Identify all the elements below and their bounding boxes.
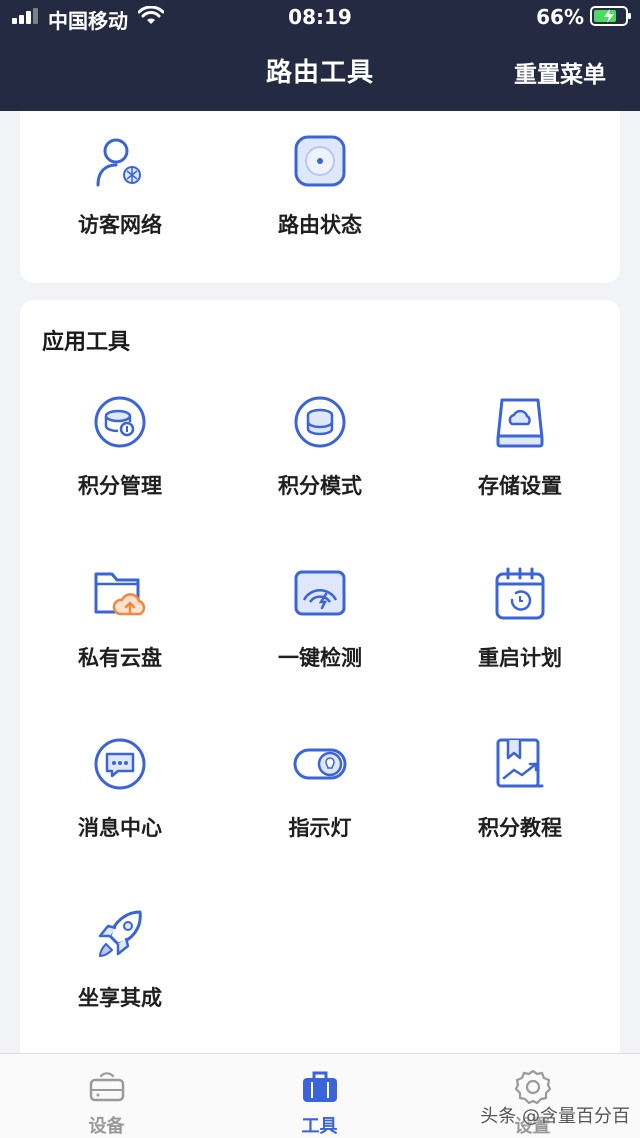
watermark: 头条 @含量百分百 xyxy=(480,1106,630,1127)
tab-label: 设备 xyxy=(88,1116,125,1137)
tool-guest-network[interactable]: 访客网络 xyxy=(20,133,220,273)
status-bar: 中国移动 08:19 66% xyxy=(0,0,640,36)
tool-label: 坐享其成 xyxy=(78,986,162,1010)
speed-check-icon xyxy=(294,570,346,616)
app-header: 中国移动 08:19 66% 路由工具 重置菜单 xyxy=(0,0,640,111)
calendar-restart-icon xyxy=(495,567,545,620)
tool-sit-back[interactable]: 坐享其成 xyxy=(20,906,220,1046)
tool-label: 一键检测 xyxy=(278,646,362,670)
tool-router-status[interactable]: 路由状态 xyxy=(220,133,420,273)
battery-charging-icon xyxy=(590,6,631,26)
tool-label: 消息中心 xyxy=(78,816,162,840)
points-manage-icon xyxy=(94,396,146,448)
tool-label: 积分教程 xyxy=(478,816,562,840)
section-title: 应用工具 xyxy=(42,330,131,355)
tool-label: 私有云盘 xyxy=(78,646,162,670)
gear-icon xyxy=(514,1069,551,1105)
app-tools-card: 应用工具 积分管理 积分模式 存储设置 私有云盘 一键检测 重启计划 消息中心 … xyxy=(20,300,620,1060)
tool-label: 路由状态 xyxy=(278,213,362,237)
tool-one-click-check[interactable]: 一键检测 xyxy=(220,566,420,706)
tool-label: 积分管理 xyxy=(78,474,162,498)
tab-devices[interactable]: 设备 xyxy=(0,1054,213,1138)
tool-points-tutorial[interactable]: 积分教程 xyxy=(420,736,620,876)
points-mode-icon xyxy=(294,396,346,448)
toolbox-icon xyxy=(302,1071,337,1102)
reset-menu-button[interactable]: 重置菜单 xyxy=(514,55,606,89)
tutorial-icon xyxy=(496,738,544,788)
tab-label: 工具 xyxy=(301,1116,338,1137)
tool-restart-schedule[interactable]: 重启计划 xyxy=(420,566,620,706)
tool-points-mode[interactable]: 积分模式 xyxy=(220,394,420,534)
rocket-icon xyxy=(98,910,142,958)
tool-label: 指示灯 xyxy=(288,816,352,840)
cloud-folder-icon xyxy=(94,572,146,616)
tool-storage-settings[interactable]: 存储设置 xyxy=(420,394,620,534)
tool-label: 访客网络 xyxy=(78,213,162,237)
tab-tools[interactable]: 工具 xyxy=(213,1054,426,1138)
tool-label: 重启计划 xyxy=(478,646,562,670)
indicator-light-icon xyxy=(293,748,347,780)
battery-percent: 66% xyxy=(536,5,584,29)
message-icon xyxy=(94,738,146,790)
storage-icon xyxy=(496,398,544,448)
tool-indicator-light[interactable]: 指示灯 xyxy=(220,736,420,876)
tool-message-center[interactable]: 消息中心 xyxy=(20,736,220,876)
tool-private-cloud[interactable]: 私有云盘 xyxy=(20,566,220,706)
router-status-icon xyxy=(294,135,346,187)
router-device-icon xyxy=(89,1072,124,1102)
tool-label: 积分模式 xyxy=(278,474,362,498)
tool-label: 存储设置 xyxy=(478,474,562,498)
network-tools-card: 访客网络 路由状态 xyxy=(20,111,620,283)
tool-points-management[interactable]: 积分管理 xyxy=(20,394,220,534)
guest-user-icon xyxy=(96,138,141,187)
